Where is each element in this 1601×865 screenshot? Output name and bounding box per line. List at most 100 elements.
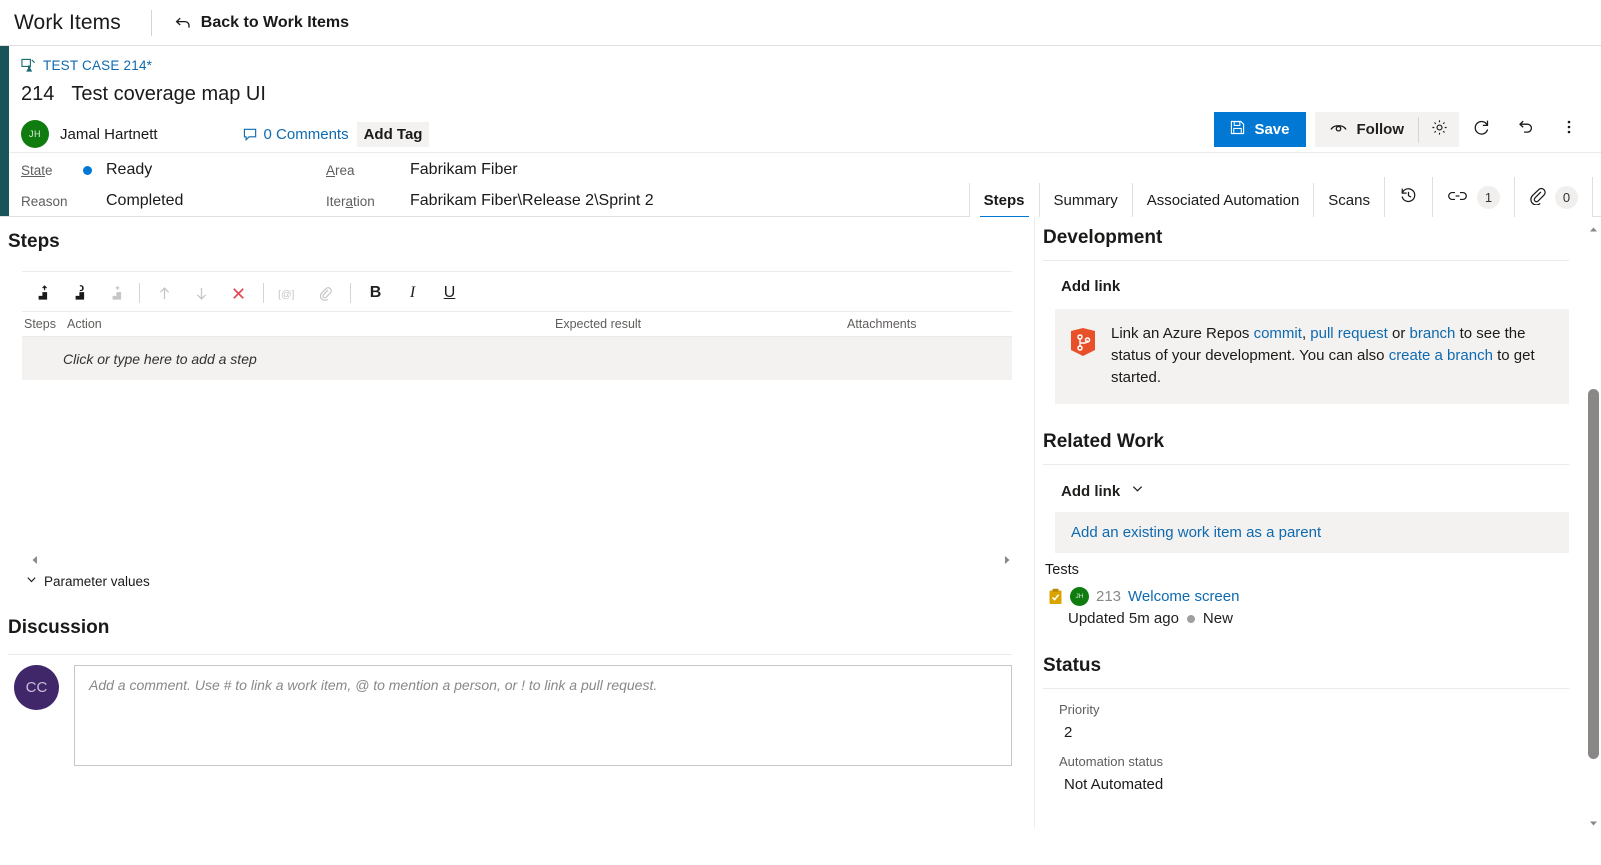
comment-bubble-icon — [243, 127, 258, 142]
refresh-button[interactable] — [1459, 112, 1503, 147]
avatar[interactable]: JH — [1070, 587, 1089, 607]
scroll-left-arrow-icon[interactable] — [30, 552, 40, 564]
work-item-title[interactable]: Test coverage map UI — [71, 83, 266, 106]
insert-parameter-icon: [@] — [270, 277, 307, 309]
scroll-up-arrow-icon[interactable] — [1589, 221, 1598, 232]
page-title: Work Items — [14, 10, 121, 34]
add-step-placeholder-row[interactable]: Click or type here to add a step — [22, 337, 1012, 380]
automation-status-value[interactable]: Not Automated — [1064, 776, 1569, 793]
divider — [139, 283, 140, 303]
related-work-add-link-button[interactable]: Add link — [1061, 482, 1569, 500]
top-navigation-bar: Work Items Back to Work Items — [0, 0, 1601, 46]
state-field[interactable]: State Ready — [21, 161, 326, 179]
insert-step-icon[interactable] — [22, 277, 59, 309]
avatar[interactable]: CC — [14, 665, 59, 710]
priority-label: Priority — [1059, 702, 1100, 718]
insert-shared-step-icon[interactable] — [59, 277, 96, 309]
related-work-item-id: 213 — [1096, 588, 1122, 606]
work-item-type-accent-bar — [0, 46, 9, 216]
development-heading: Development — [1043, 227, 1163, 248]
eye-icon — [1329, 121, 1348, 139]
tab-steps[interactable]: Steps — [968, 183, 1039, 218]
right-pane: Development Add link Link an Azure Repos — [1034, 217, 1601, 828]
steps-grid-header: Steps Action Expected result Attachments — [22, 311, 1012, 337]
right-pane-content: Development Add link Link an Azure Repos — [1035, 217, 1601, 793]
iteration-field[interactable]: Iteration Fabrikam Fiber\Release 2\Sprin… — [326, 192, 926, 210]
tab-associated-automation[interactable]: Associated Automation — [1131, 183, 1314, 217]
pull-request-link[interactable]: pull request — [1310, 325, 1388, 342]
discussion-heading: Discussion — [8, 617, 110, 638]
related-work-item[interactable]: JH 213 Welcome screen — [1048, 587, 1569, 607]
column-header-steps: Steps — [24, 317, 56, 331]
paperclip-icon — [1529, 186, 1546, 209]
more-actions-button[interactable] — [1547, 112, 1591, 147]
column-header-attachments: Attachments — [847, 317, 917, 331]
breadcrumb[interactable]: TEST CASE 214* — [9, 54, 1601, 73]
branch-link[interactable]: branch — [1410, 325, 1456, 342]
more-vertical-icon — [1566, 117, 1572, 142]
state-dot-icon — [1186, 614, 1195, 623]
save-disk-icon — [1230, 120, 1245, 139]
bold-icon[interactable]: B — [357, 277, 394, 309]
back-to-work-items-button[interactable]: Back to Work Items — [174, 14, 349, 32]
save-button[interactable]: Save — [1214, 112, 1306, 147]
steps-horizontal-scrollbar[interactable] — [30, 550, 1012, 564]
column-header-expected-result: Expected result — [555, 317, 642, 331]
italic-icon[interactable]: I — [394, 277, 431, 309]
related-work-item-state: New — [1202, 610, 1233, 628]
comments-count-label: 0 Comments — [263, 125, 349, 143]
page-vertical-scrollbar[interactable] — [1585, 217, 1601, 828]
divider — [263, 283, 264, 303]
parameter-values-label: Parameter values — [44, 573, 150, 589]
scrollbar-thumb[interactable] — [1588, 389, 1599, 759]
divider — [1043, 260, 1569, 261]
left-pane: Steps [@] B I U Steps Action Expected re… — [0, 217, 1034, 828]
comments-link[interactable]: 0 Comments — [243, 126, 349, 143]
azure-repos-icon — [1069, 327, 1097, 357]
commit-link[interactable]: commit — [1254, 325, 1302, 342]
test-case-clipboard-icon — [1048, 588, 1063, 605]
add-parent-link[interactable]: Add an existing work item as a parent — [1055, 512, 1569, 554]
tab-label: Summary — [1053, 192, 1118, 209]
area-label: Area — [326, 162, 355, 178]
move-up-icon — [146, 277, 183, 309]
fields-strip: State Ready Reason Completed Area Fabrik… — [9, 152, 1601, 218]
scroll-right-arrow-icon[interactable] — [1002, 552, 1012, 564]
svg-text:[@]: [@] — [278, 289, 294, 300]
delete-step-icon[interactable] — [220, 277, 257, 309]
tab-label: Scans — [1328, 192, 1370, 209]
steps-heading: Steps — [8, 231, 60, 252]
tab-scans[interactable]: Scans — [1313, 183, 1384, 217]
parameter-values-toggle[interactable]: Parameter values — [26, 572, 150, 590]
tab-summary[interactable]: Summary — [1038, 183, 1132, 217]
reason-field[interactable]: Reason Completed — [21, 192, 326, 210]
related-work-item-title[interactable]: Welcome screen — [1128, 588, 1239, 605]
state-dot-icon — [83, 165, 92, 175]
avatar[interactable]: JH — [21, 120, 49, 148]
assigned-to-name[interactable]: Jamal Hartnett — [60, 126, 158, 143]
follow-label: Follow — [1356, 121, 1405, 138]
area-field[interactable]: Area Fabrikam Fiber — [326, 161, 926, 179]
follow-button[interactable]: Follow — [1315, 112, 1419, 147]
state-value: Ready — [106, 161, 153, 178]
undo-button[interactable] — [1503, 112, 1547, 147]
underline-icon[interactable]: U — [431, 277, 468, 309]
back-arrow-icon — [174, 14, 192, 32]
divider — [350, 283, 351, 303]
create-a-branch-link[interactable]: create a branch — [1389, 347, 1493, 364]
related-work-item-meta: Updated 5m ago New — [1068, 610, 1569, 627]
work-item-id: 214 — [21, 83, 55, 105]
tab-history[interactable] — [1384, 177, 1432, 217]
settings-button[interactable] — [1419, 112, 1459, 147]
history-icon — [1399, 186, 1418, 209]
tab-links[interactable]: 1 — [1432, 177, 1514, 217]
scroll-down-arrow-icon[interactable] — [1589, 815, 1598, 826]
priority-value[interactable]: 2 — [1064, 724, 1569, 741]
scrollbar-track[interactable] — [44, 553, 998, 562]
comment-input[interactable]: Add a comment. Use # to link a work item… — [74, 665, 1012, 766]
attach-icon — [307, 277, 344, 309]
tab-attachments[interactable]: 0 — [1514, 177, 1593, 217]
development-add-link-button[interactable]: Add link — [1061, 278, 1569, 295]
add-tag-button[interactable]: Add Tag — [356, 121, 430, 147]
attachments-count-badge: 0 — [1555, 186, 1578, 209]
